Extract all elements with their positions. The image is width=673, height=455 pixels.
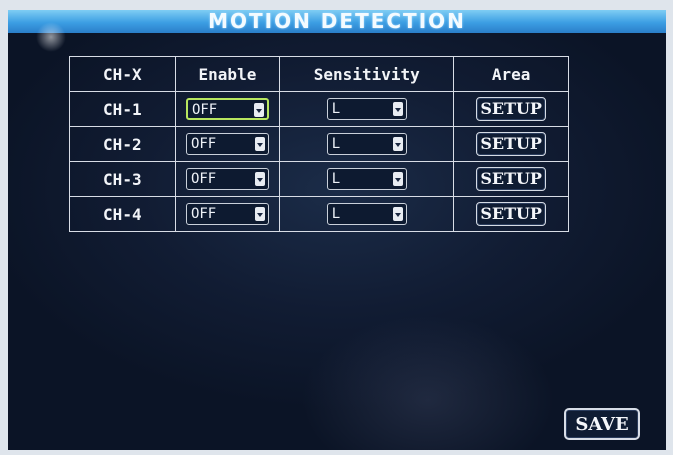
channel-label: CH-1: [69, 91, 176, 127]
enable-cell: OFF: [174, 161, 281, 197]
sensitivity-value: L: [331, 136, 341, 152]
channel-label: CH-3: [69, 161, 176, 197]
dropdown-arrow-icon[interactable]: [392, 102, 403, 116]
dropdown-arrow-icon[interactable]: [254, 207, 265, 221]
setup-button-ch4[interactable]: SETUP: [476, 202, 546, 226]
dvr-screen: MOTION DETECTION CH-X Enable Sensitivity…: [8, 10, 666, 450]
enable-cell: OFF: [174, 91, 281, 127]
area-cell: SETUP: [453, 161, 569, 197]
table-header-row: CH-X Enable Sensitivity Area: [69, 56, 569, 92]
sensitivity-value: L: [331, 171, 341, 187]
area-cell: SETUP: [453, 126, 569, 162]
dropdown-arrow-icon[interactable]: [254, 172, 265, 186]
channel-label: CH-2: [69, 126, 176, 162]
table-row: CH-4 OFF L SETUP: [69, 196, 569, 232]
enable-value: OFF: [190, 136, 217, 152]
table-row: CH-2 OFF L SETUP: [69, 126, 569, 162]
sensitivity-value: L: [331, 206, 341, 222]
screen-glare: [36, 22, 66, 52]
dropdown-arrow-icon[interactable]: [253, 103, 264, 117]
column-header-enable: Enable: [174, 56, 281, 92]
setup-button-ch2[interactable]: SETUP: [476, 132, 546, 156]
setup-button-ch3[interactable]: SETUP: [476, 167, 546, 191]
sensitivity-value: L: [331, 101, 341, 117]
channel-label: CH-4: [69, 196, 176, 232]
sensitivity-select-ch4[interactable]: L: [326, 203, 407, 225]
area-cell: SETUP: [453, 91, 569, 127]
area-cell: SETUP: [453, 196, 569, 232]
column-header-channel: CH-X: [69, 56, 176, 92]
sensitivity-select-ch3[interactable]: L: [326, 168, 407, 190]
dropdown-arrow-icon[interactable]: [392, 207, 403, 221]
enable-select-ch1[interactable]: OFF: [185, 98, 269, 120]
device-frame: MOTION DETECTION CH-X Enable Sensitivity…: [0, 0, 673, 455]
enable-select-ch3[interactable]: OFF: [185, 168, 269, 190]
enable-value: OFF: [190, 206, 217, 222]
sensitivity-cell: L: [279, 91, 455, 127]
sensitivity-cell: L: [279, 126, 455, 162]
enable-select-ch4[interactable]: OFF: [185, 203, 269, 225]
enable-select-ch2[interactable]: OFF: [185, 133, 269, 155]
table-row: CH-1 OFF L SETUP: [69, 91, 569, 127]
setup-button-ch1[interactable]: SETUP: [476, 97, 546, 121]
column-header-sensitivity: Sensitivity: [279, 56, 455, 92]
motion-detection-table: CH-X Enable Sensitivity Area CH-1 OFF L: [69, 56, 569, 232]
table-row: CH-3 OFF L SETUP: [69, 161, 569, 197]
column-header-area: Area: [453, 56, 569, 92]
sensitivity-cell: L: [279, 196, 455, 232]
sensitivity-cell: L: [279, 161, 455, 197]
sensitivity-select-ch1[interactable]: L: [326, 98, 407, 120]
save-button[interactable]: SAVE: [564, 408, 640, 440]
enable-cell: OFF: [174, 126, 281, 162]
dropdown-arrow-icon[interactable]: [254, 137, 265, 151]
enable-value: OFF: [191, 102, 218, 118]
page-title: MOTION DETECTION: [208, 10, 466, 33]
sensitivity-select-ch2[interactable]: L: [326, 133, 407, 155]
dropdown-arrow-icon[interactable]: [392, 172, 403, 186]
enable-cell: OFF: [174, 196, 281, 232]
enable-value: OFF: [190, 171, 217, 187]
dropdown-arrow-icon[interactable]: [392, 137, 403, 151]
